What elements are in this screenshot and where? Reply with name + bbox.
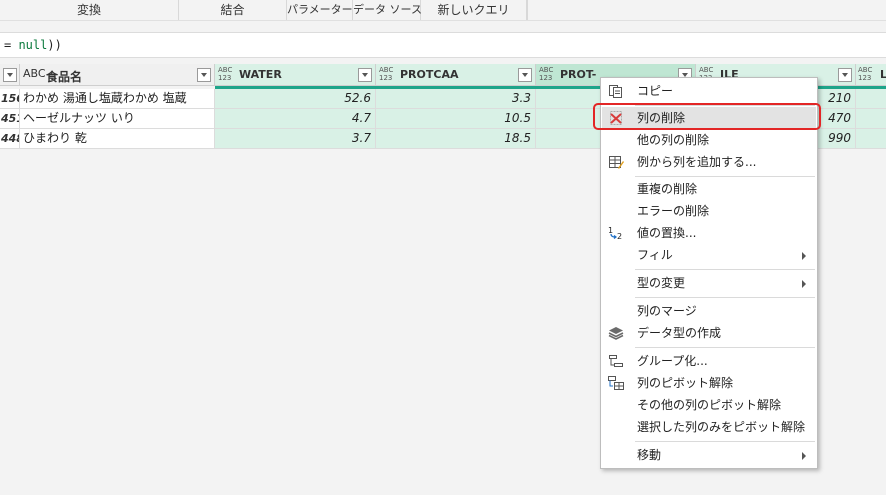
- l-cell[interactable]: [856, 89, 886, 109]
- protcaa-cell[interactable]: 18.5: [376, 129, 536, 149]
- protcaa-cell[interactable]: 3.3: [376, 89, 536, 109]
- column-header-protcaa[interactable]: ABC 123 PROTCAA: [376, 64, 536, 86]
- menu-item-label: 重複の削除: [637, 182, 698, 196]
- filter-dropdown-button[interactable]: [518, 68, 532, 82]
- column-header-food-name[interactable]: ABC 食品名: [20, 64, 215, 86]
- formula-prefix: =: [4, 38, 19, 52]
- menu-separator: [635, 176, 815, 177]
- annotation-highlight-box: [593, 103, 821, 130]
- any-type-icon[interactable]: ABC123: [218, 66, 238, 82]
- column-context-menu: コピー 列の削除 他の列の削除 例から列を追加する... 重複の削除 エラーの削…: [600, 77, 818, 469]
- water-cell[interactable]: 52.6: [215, 89, 376, 109]
- menu-item-replace-values[interactable]: 1 2 値の置換...: [602, 222, 816, 244]
- text-type-icon[interactable]: ABC: [23, 68, 46, 80]
- menu-item-label: その他の列のピボット解除: [637, 398, 782, 412]
- submenu-arrow-icon: [802, 280, 806, 288]
- svg-text:2: 2: [617, 232, 622, 240]
- menu-item-create-data-type[interactable]: データ型の作成: [602, 322, 816, 344]
- replace-values-icon: 1 2: [608, 226, 622, 240]
- column-name: WATER: [239, 68, 282, 81]
- unpivot-icon: [608, 376, 624, 390]
- menu-item-label: 値の置換...: [637, 226, 697, 240]
- l-cell[interactable]: [856, 109, 886, 129]
- menu-item-unpivot-only-selected[interactable]: 選択した列のみをピボット解除: [602, 416, 816, 438]
- filter-dropdown-button[interactable]: [3, 68, 17, 82]
- menu-item-label: エラーの削除: [637, 204, 710, 218]
- menu-item-move[interactable]: 移動: [602, 444, 816, 466]
- menu-item-unpivot-columns[interactable]: 列のピボット解除: [602, 372, 816, 394]
- ribbon-group-new-query: 新しいクエリ: [421, 0, 527, 20]
- ribbon-group-transform: 変換: [0, 0, 179, 20]
- menu-item-label: 型の変更: [637, 276, 686, 290]
- menu-separator: [635, 269, 815, 270]
- food-name-cell[interactable]: わかめ 湯通し塩蔵わかめ 塩蔵: [20, 89, 215, 109]
- data-type-icon: [608, 327, 624, 340]
- menu-item-label: 例から列を追加する...: [637, 155, 757, 169]
- row-index: 448: [0, 129, 20, 149]
- food-name-cell[interactable]: ヘーゼルナッツ いり: [20, 109, 215, 129]
- any-type-icon[interactable]: ABC123: [858, 66, 878, 82]
- column-name: PROTCAA: [400, 68, 459, 81]
- filter-dropdown-button[interactable]: [358, 68, 372, 82]
- column-header-index[interactable]: [0, 64, 20, 86]
- menu-separator: [635, 297, 815, 298]
- menu-item-label: 移動: [637, 448, 662, 462]
- formula-suffix: )): [47, 38, 62, 52]
- filter-dropdown-button[interactable]: [197, 68, 211, 82]
- formula-text[interactable]: = null)): [4, 38, 62, 52]
- formula-keyword: null: [18, 38, 48, 52]
- protcaa-cell[interactable]: 10.5: [376, 109, 536, 129]
- menu-item-label: グループ化...: [637, 354, 708, 368]
- water-cell[interactable]: 3.7: [215, 129, 376, 149]
- menu-item-add-column-from-examples[interactable]: 例から列を追加する...: [602, 151, 816, 173]
- ribbon-end: [527, 0, 886, 20]
- menu-item-copy[interactable]: コピー: [602, 80, 816, 102]
- column-from-examples-icon: [609, 156, 624, 169]
- group-by-icon: [609, 355, 623, 367]
- menu-item-remove-other-columns[interactable]: 他の列の削除: [602, 129, 816, 151]
- menu-item-unpivot-other-columns[interactable]: その他の列のピボット解除: [602, 394, 816, 416]
- menu-item-label: 列のピボット解除: [637, 376, 734, 390]
- ribbon-group-data-sources: データ ソース: [353, 0, 422, 20]
- menu-item-label: フィル: [637, 248, 673, 262]
- svg-text:1: 1: [608, 226, 613, 235]
- menu-item-change-type[interactable]: 型の変更: [602, 272, 816, 294]
- food-name-cell[interactable]: ひまわり 乾: [20, 129, 215, 149]
- menu-item-label: 他の列の削除: [637, 133, 710, 147]
- column-header-l[interactable]: ABC 123 L: [856, 64, 886, 86]
- ribbon-group-parameters: パラメーター: [287, 0, 353, 20]
- column-name: L: [880, 68, 886, 81]
- submenu-arrow-icon: [802, 252, 806, 260]
- row-index: 451: [0, 109, 20, 129]
- water-cell[interactable]: 4.7: [215, 109, 376, 129]
- menu-separator: [635, 347, 815, 348]
- menu-item-fill[interactable]: フィル: [602, 244, 816, 266]
- menu-item-remove-duplicates[interactable]: 重複の削除: [602, 178, 816, 200]
- ribbon-group-labels: 変換 結合 パラメーター データ ソース 新しいクエリ: [0, 0, 886, 21]
- menu-item-label: データ型の作成: [637, 326, 722, 340]
- l-cell[interactable]: [856, 129, 886, 149]
- menu-item-group-by[interactable]: グループ化...: [602, 350, 816, 372]
- filter-dropdown-button[interactable]: [838, 68, 852, 82]
- column-header-water[interactable]: ABC 123 WATER: [215, 64, 376, 86]
- row-index: 156: [0, 89, 20, 109]
- any-type-icon[interactable]: ABC123: [539, 66, 559, 82]
- column-name: PROT-: [560, 68, 597, 81]
- submenu-arrow-icon: [802, 452, 806, 460]
- any-type-icon[interactable]: ABC123: [379, 66, 399, 82]
- formula-bar[interactable]: = null)): [0, 32, 886, 58]
- column-name: 食品名: [46, 70, 83, 84]
- ribbon-group-combine: 結合: [179, 0, 287, 20]
- menu-separator: [635, 441, 815, 442]
- menu-item-label: 選択した列のみをピボット解除: [637, 420, 806, 434]
- menu-item-label: 列のマージ: [637, 304, 697, 318]
- menu-item-merge-columns[interactable]: 列のマージ: [602, 300, 816, 322]
- copy-icon: [609, 85, 622, 98]
- menu-item-label: コピー: [637, 84, 674, 98]
- menu-item-remove-errors[interactable]: エラーの削除: [602, 200, 816, 222]
